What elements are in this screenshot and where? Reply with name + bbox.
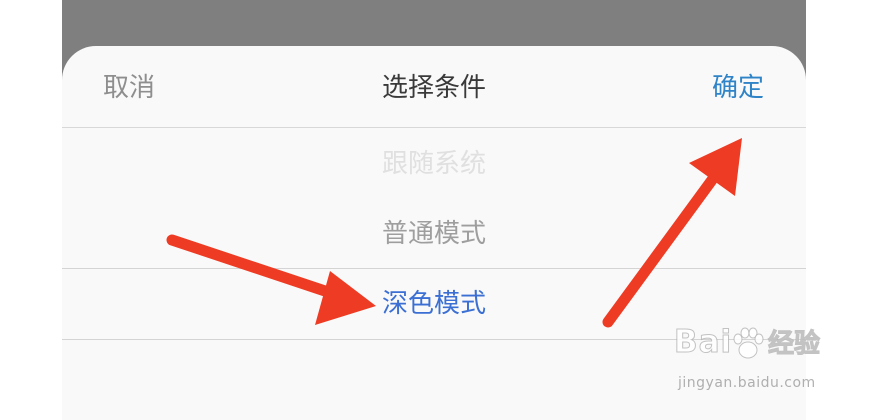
confirm-button[interactable]: 确定 [712,70,764,106]
picker-option-normal-mode[interactable]: 普通模式 [62,216,806,252]
sheet-title: 选择条件 [381,73,486,103]
baidu-paw-icon [733,327,764,359]
picker-option-dark-mode[interactable]: 深色模式 [62,286,806,322]
watermark-logo-cn: 经验 [767,329,821,360]
watermark-url: jingyan.baidu.com [678,375,816,391]
watermark-logo-text: Bai [673,324,733,361]
picker-selection-top-line [62,268,806,269]
baidu-jingyan-watermark: Bai 经验 jingyan.baidu.com [672,322,832,402]
screenshot: 取消 选择条件 确定 跟随系统 普通模式 深色模式 Bai 经验 jingyan… [0,0,874,420]
picker-option-follow-system[interactable]: 跟随系统 [62,146,806,182]
sheet-header: 取消 选择条件 确定 [62,46,806,128]
